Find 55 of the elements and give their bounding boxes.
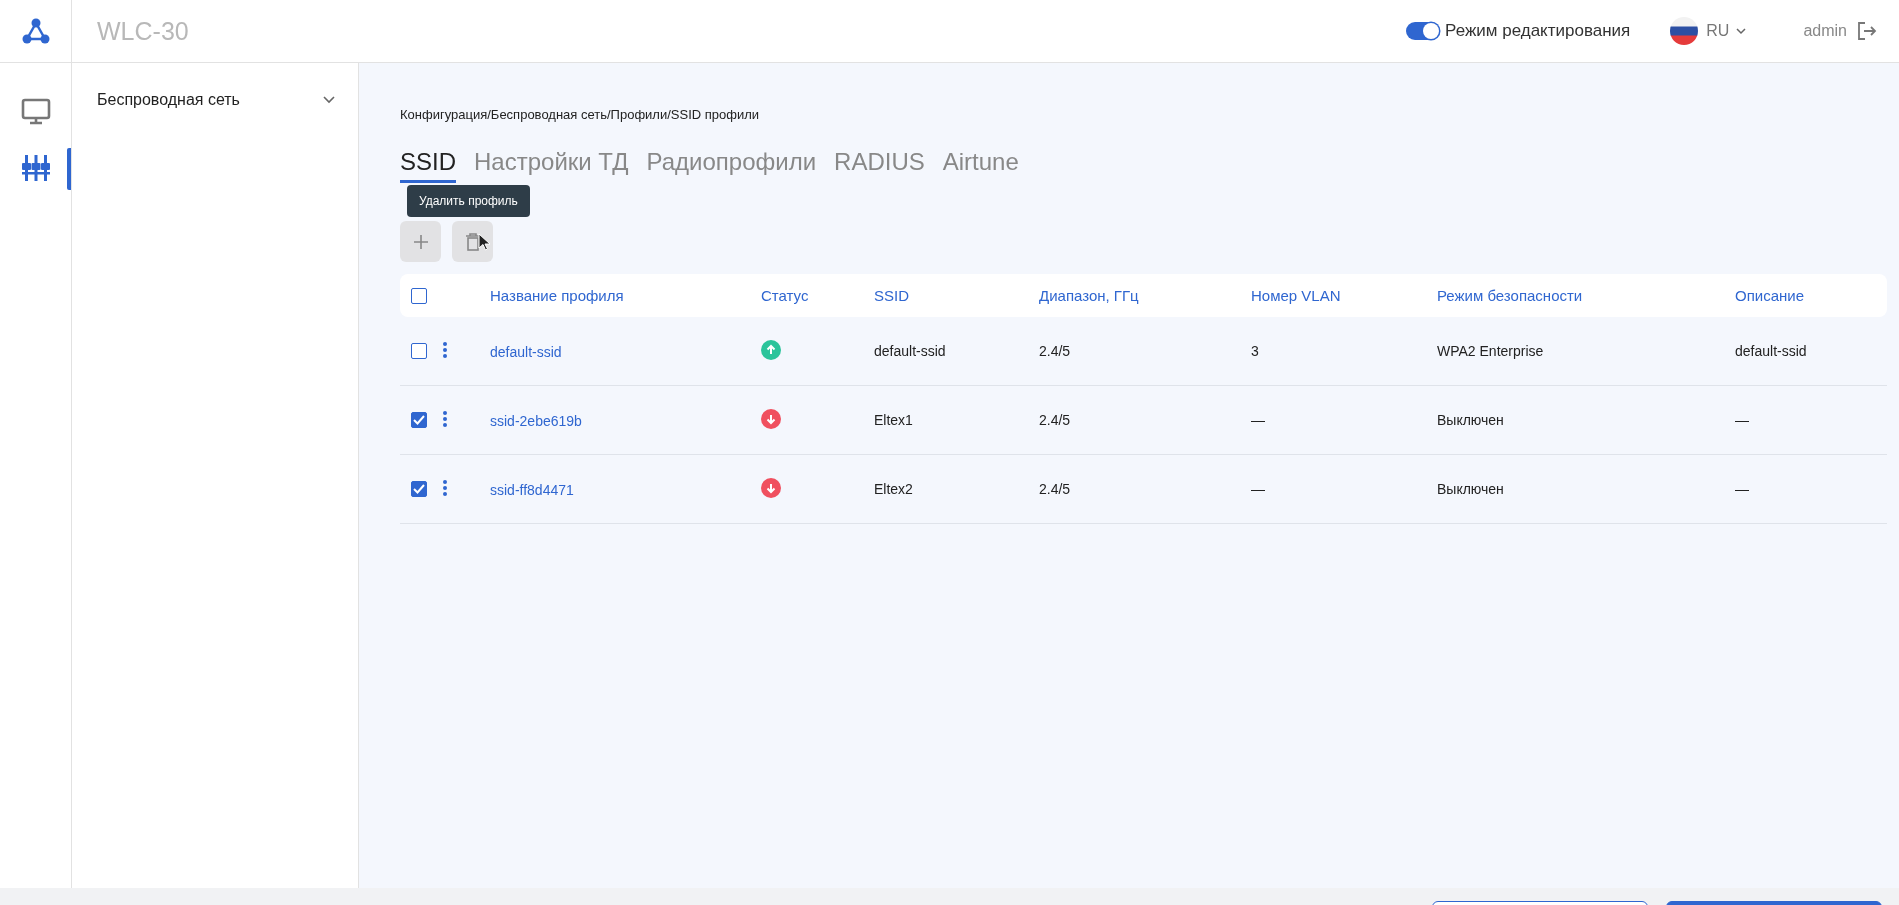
profile-link[interactable]: ssid-ff8d4471 [490,481,574,498]
column-header[interactable]: Статус [761,287,874,304]
caret-icon [1735,27,1748,35]
select-all-checkbox[interactable] [411,287,427,304]
table-cell-text: Выключен [1437,412,1505,428]
table-cell-text: default-ssid [1735,343,1808,359]
row-checkbox[interactable] [411,412,427,428]
plus-icon [412,233,429,250]
edit-mode-label: Режим редактирования [1445,21,1631,41]
tooltip: Удалить профиль [407,185,530,217]
trash-icon [464,232,481,251]
table-cell-text: 3 [1251,343,1260,359]
kebab-menu-icon[interactable] [443,410,447,427]
table-cell-text: — [1251,481,1266,497]
tab[interactable]: Настройки ТД [474,148,629,183]
column-header[interactable]: Диапазон, ГГц [1039,287,1251,304]
column-header[interactable]: Режим безопасности [1437,287,1735,304]
column-header[interactable]: Описание [1735,287,1887,304]
column-header[interactable]: Номер VLAN [1251,287,1437,304]
active-indicator [67,148,71,190]
sidebar-item[interactable]: Беспроводная сеть [72,91,358,109]
table-cell-text: 2.4/5 [1039,343,1072,359]
tab[interactable]: Airtune [942,148,1019,183]
row-checkbox[interactable] [411,343,427,359]
kebab-menu-icon[interactable] [443,341,447,358]
row-checkbox[interactable] [411,481,427,497]
tab[interactable]: RADIUS [834,148,925,183]
edit-mode-toggle[interactable] [1406,22,1441,40]
table-cell-text: Eltex1 [874,412,914,428]
flag-icon [1670,17,1699,45]
breadcrumb: Конфигурация/Беспроводная сеть/Профили/SSID профили [400,107,761,122]
table-cell-text: WPA2 Enterprise [1437,343,1545,359]
language-selector[interactable]: RU [1706,22,1748,40]
app-title: WLC-30 [97,16,189,46]
table-cell-text: Выключен [1437,481,1505,497]
table-cell-text: — [1735,481,1750,497]
cursor-icon [478,233,490,251]
table-cell-text: default-ssid [874,343,947,359]
profile-link[interactable]: ssid-2ebe619b [490,412,582,429]
delete-button[interactable] [452,221,493,262]
table-cell-text: Eltex2 [874,481,914,497]
user-name: admin [1803,22,1847,40]
logo-icon [21,18,50,44]
table-cell-text: 2.4/5 [1039,481,1072,497]
sliders-icon[interactable] [20,154,51,182]
column-header[interactable]: SSID [874,287,1039,304]
kebab-menu-icon[interactable] [443,479,447,496]
tab[interactable]: Радиопрофили [646,148,817,183]
column-header[interactable]: Название профиля [490,287,761,304]
table-cell-text: — [1735,412,1750,428]
monitor-icon[interactable] [20,98,51,126]
logout-icon[interactable] [1857,21,1877,41]
profile-link[interactable]: default-ssid [490,343,562,360]
table-cell-text: — [1251,412,1266,428]
table-cell-text: 2.4/5 [1039,412,1072,428]
